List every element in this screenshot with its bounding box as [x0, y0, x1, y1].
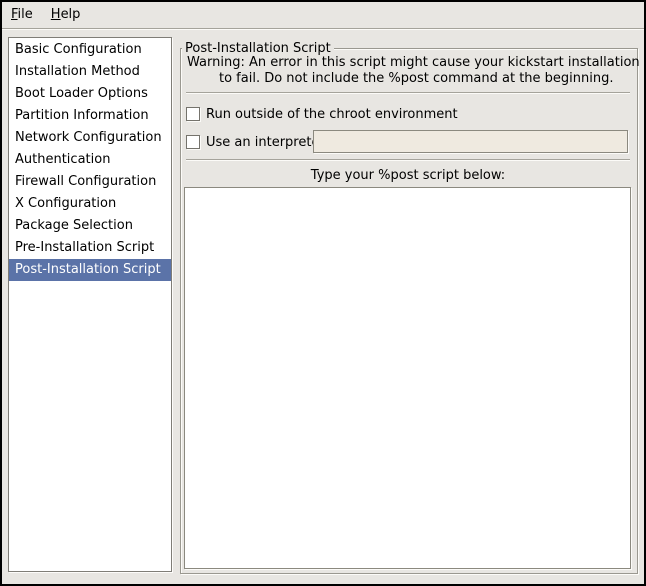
sidebar-item-partition-information[interactable]: Partition Information [9, 105, 171, 127]
post-script-textarea[interactable] [184, 187, 631, 569]
sidebar-item-pre-installation-script[interactable]: Pre-Installation Script [9, 237, 171, 259]
separator [186, 159, 630, 161]
section-list: Basic Configuration Installation Method … [8, 37, 172, 572]
interpreter-checkbox-row[interactable]: Use an interpreter: [186, 132, 329, 152]
chroot-checkbox-row[interactable]: Run outside of the chroot environment [186, 104, 458, 124]
sidebar-item-basic-configuration[interactable]: Basic Configuration [9, 39, 171, 61]
script-label: Type your %post script below: [186, 168, 630, 183]
warning-text: Warning: An error in this script might c… [187, 55, 640, 87]
interpreter-checkbox[interactable] [186, 135, 200, 149]
interpreter-entry[interactable] [313, 130, 628, 153]
sidebar-item-firewall-configuration[interactable]: Firewall Configuration [9, 171, 171, 193]
sidebar-item-network-configuration[interactable]: Network Configuration [9, 127, 171, 149]
menu-file[interactable]: File [2, 2, 42, 28]
menu-help-label: Help [51, 2, 81, 28]
menubar: File Help [2, 2, 644, 29]
frame-title: Post-Installation Script [182, 41, 334, 56]
kickstart-configurator-window: File Help Basic Configuration Installati… [0, 0, 646, 586]
chroot-checkbox[interactable] [186, 107, 200, 121]
separator [186, 92, 630, 94]
warning-line2: to fail. Do not include the %post comman… [219, 71, 640, 87]
sidebar-item-authentication[interactable]: Authentication [9, 149, 171, 171]
sidebar-item-boot-loader-options[interactable]: Boot Loader Options [9, 83, 171, 105]
menu-help[interactable]: Help [42, 2, 90, 28]
sidebar-item-post-installation-script[interactable]: Post-Installation Script [9, 259, 171, 281]
sidebar-item-installation-method[interactable]: Installation Method [9, 61, 171, 83]
chroot-checkbox-label: Run outside of the chroot environment [206, 107, 458, 122]
menu-file-label: File [11, 2, 33, 28]
post-installation-script-frame: Post-Installation Script Warning: An err… [180, 48, 638, 574]
sidebar-item-x-configuration[interactable]: X Configuration [9, 193, 171, 215]
interpreter-checkbox-label: Use an interpreter: [206, 135, 329, 150]
sidebar-item-package-selection[interactable]: Package Selection [9, 215, 171, 237]
warning-line1: Warning: An error in this script might c… [187, 55, 640, 71]
